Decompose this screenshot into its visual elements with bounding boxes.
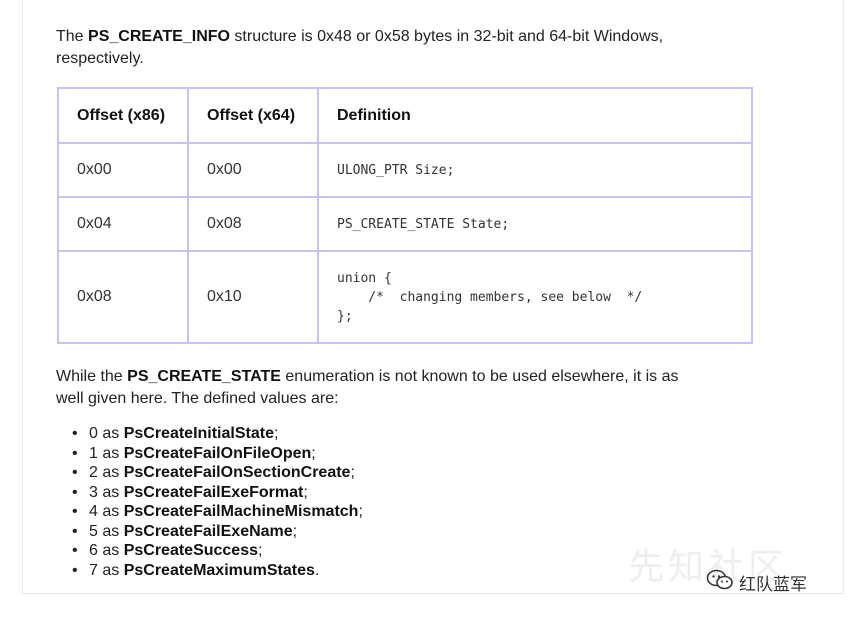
- value-name: PsCreateMaximumStates: [123, 561, 315, 579]
- value-number: 5 as: [89, 522, 124, 540]
- intro-paragraph: The PS_CREATE_INFO structure is 0x48 or …: [56, 26, 756, 70]
- intro-struct-name: PS_CREATE_INFO: [88, 28, 230, 45]
- value-punct: ;: [273, 425, 279, 442]
- value-name: PsCreateInitialState: [123, 425, 274, 442]
- cell-definition: union { /* changing members, see below *…: [317, 250, 753, 344]
- brand-label[interactable]: 红队蓝军: [706, 569, 807, 596]
- cell-offset-x64: 0x08: [187, 196, 319, 252]
- table-row: 0x04 0x08 PS_CREATE_STATE State;: [57, 196, 753, 252]
- brand-text: 红队蓝军: [739, 575, 807, 595]
- intro-prefix: The: [56, 28, 89, 45]
- table-header-row: Offset (x86) Offset (x64) Definition: [57, 87, 753, 144]
- value-punct: ;: [358, 503, 363, 520]
- cell-offset-x64: 0x10: [187, 250, 319, 344]
- struct-table: Offset (x86) Offset (x64) Definition 0x0…: [57, 87, 753, 344]
- cell-offset-x86: 0x00: [57, 142, 189, 198]
- value-number: 7 as: [89, 561, 124, 579]
- value-name: PsCreateFailMachineMismatch: [123, 503, 359, 520]
- value-number: 1 as: [89, 444, 124, 462]
- list-item: 5 as PsCreateFailExeName;: [72, 522, 363, 542]
- value-punct: ;: [258, 542, 263, 559]
- value-number: 0 as: [89, 425, 124, 442]
- header-offset-x64: Offset (x64): [187, 87, 319, 144]
- enum-intro-prefix: While the: [56, 368, 128, 385]
- value-name: PsCreateFailExeFormat: [123, 483, 304, 501]
- enum-name: PS_CREATE_STATE: [127, 368, 281, 385]
- cell-offset-x86: 0x08: [57, 250, 189, 344]
- list-item: 6 as PsCreateSuccess;: [72, 541, 363, 561]
- list-item: 4 as PsCreateFailMachineMismatch;: [72, 502, 363, 522]
- list-item: 1 as PsCreateFailOnFileOpen;: [72, 444, 363, 464]
- enum-intro-paragraph: While the PS_CREATE_STATE enumeration is…: [56, 366, 756, 410]
- enum-values-list: 0 as PsCreateInitialState; 1 as PsCreate…: [56, 424, 363, 580]
- value-punct: ;: [303, 483, 308, 501]
- value-number: 4 as: [89, 503, 124, 520]
- wechat-icon: [706, 569, 739, 596]
- table-row: 0x08 0x10 union { /* changing members, s…: [57, 250, 753, 344]
- value-punct: ;: [292, 522, 298, 540]
- header-offset-x86: Offset (x86): [57, 87, 189, 144]
- value-name: PsCreateFailOnSectionCreate: [123, 464, 351, 481]
- page: The PS_CREATE_INFO structure is 0x48 or …: [0, 0, 857, 619]
- list-item: 0 as PsCreateInitialState;: [72, 424, 363, 444]
- list-item: 2 as PsCreateFailOnSectionCreate;: [72, 463, 363, 483]
- value-name: PsCreateSuccess: [123, 542, 258, 559]
- list-item: 3 as PsCreateFailExeFormat;: [72, 483, 363, 503]
- value-punct: ;: [311, 444, 316, 462]
- value-number: 6 as: [89, 542, 124, 559]
- cell-definition: PS_CREATE_STATE State;: [317, 196, 753, 252]
- cell-definition: ULONG_PTR Size;: [317, 142, 753, 198]
- value-punct: ;: [350, 464, 355, 481]
- value-punct: .: [314, 561, 320, 579]
- intro-suffix: structure is 0x48 or 0x58 bytes in 32-bi…: [229, 28, 664, 45]
- cell-offset-x64: 0x00: [187, 142, 319, 198]
- header-definition: Definition: [317, 87, 753, 144]
- table-row: 0x00 0x00 ULONG_PTR Size;: [57, 142, 753, 198]
- value-name: PsCreateFailExeName: [123, 522, 293, 540]
- intro-line2: respectively.: [56, 50, 144, 67]
- value-name: PsCreateFailOnFileOpen: [123, 444, 312, 462]
- value-number: 3 as: [89, 483, 124, 501]
- enum-intro-suffix: enumeration is not known to be used else…: [280, 368, 679, 385]
- enum-intro-line2: well given here. The defined values are:: [56, 390, 339, 407]
- value-number: 2 as: [89, 464, 124, 481]
- list-item: 7 as PsCreateMaximumStates.: [72, 561, 363, 581]
- cell-offset-x86: 0x04: [57, 196, 189, 252]
